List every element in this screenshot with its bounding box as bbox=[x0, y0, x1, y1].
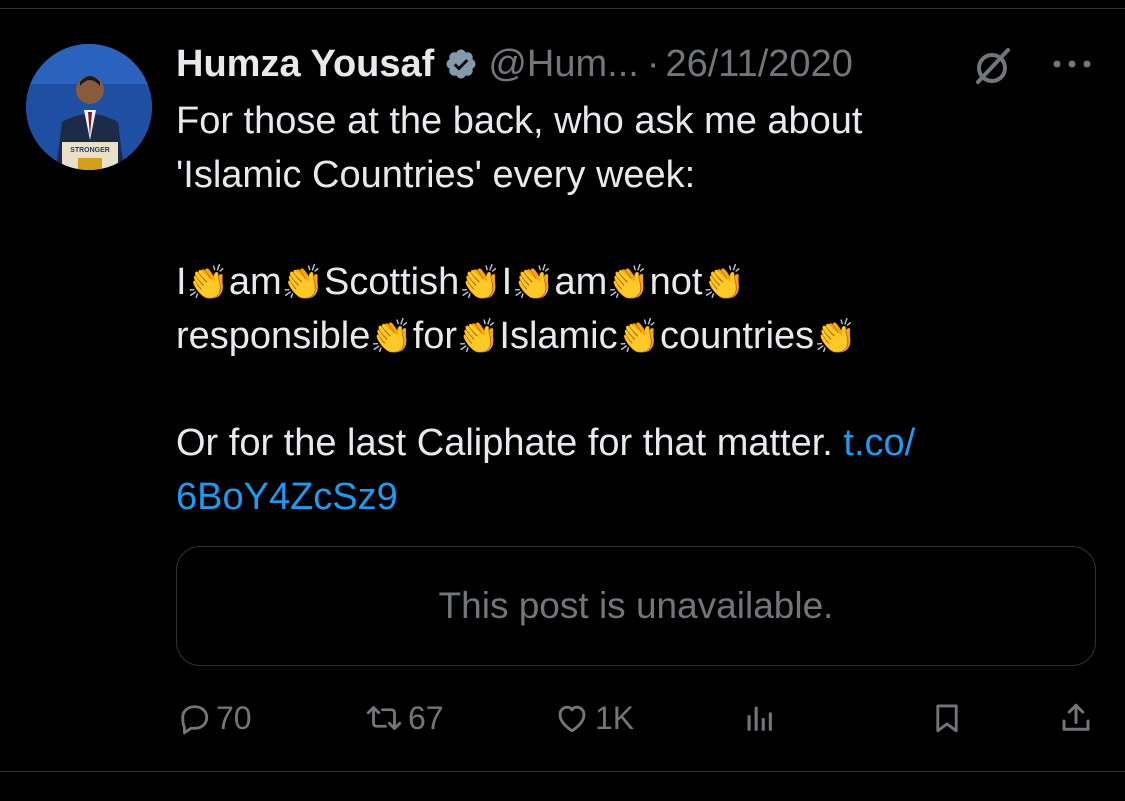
avatar[interactable]: STRONGER bbox=[26, 44, 152, 170]
grok-icon[interactable] bbox=[970, 44, 1014, 88]
tweet-text-line-2: 'Islamic Countries' every week: bbox=[176, 154, 696, 196]
unavailable-message: This post is unavailable. bbox=[438, 585, 834, 626]
clap-emoji: 👏 bbox=[457, 318, 500, 356]
top-divider bbox=[0, 8, 1125, 9]
clap-emoji: 👏 bbox=[512, 264, 555, 302]
tweet-text-line-1: For those at the back, who ask me about bbox=[176, 100, 863, 142]
clap-emoji: 👏 bbox=[459, 264, 502, 302]
views-button[interactable] bbox=[742, 696, 776, 740]
like-count: 1K bbox=[595, 699, 635, 736]
tweet-header: Humza Yousaf @Hum... · 26/11/2020 bbox=[176, 40, 853, 88]
clap-line-2: responsible👏for👏Islamic👏countries👏 bbox=[176, 309, 1076, 363]
bottom-divider bbox=[0, 771, 1125, 772]
clap-word: I bbox=[176, 261, 187, 303]
analytics-icon bbox=[747, 706, 772, 731]
clap-word: countries bbox=[659, 315, 815, 357]
author-handle[interactable]: @Hum... bbox=[488, 43, 638, 86]
clap-emoji: 👏 bbox=[814, 318, 857, 356]
clap-word: I bbox=[501, 261, 513, 303]
tweet-link[interactable]: t.co/ bbox=[843, 422, 915, 464]
heart-icon bbox=[558, 705, 586, 733]
repost-icon bbox=[366, 706, 402, 730]
clap-emoji: 👏 bbox=[186, 264, 229, 302]
clap-word: for bbox=[412, 315, 458, 357]
header-separator: · bbox=[646, 42, 660, 85]
clap-word: am bbox=[228, 261, 282, 303]
verified-badge-icon[interactable] bbox=[444, 47, 478, 81]
clap-line-1: I👏am👏Scottish👏I👏am👏not👏 bbox=[176, 255, 1076, 309]
clap-word: not bbox=[649, 261, 703, 303]
tweet-text: For those at the back, who ask me about … bbox=[176, 94, 1076, 524]
quoted-post-unavailable[interactable]: This post is unavailable. bbox=[176, 546, 1096, 666]
post-date[interactable]: 26/11/2020 bbox=[665, 43, 852, 86]
clap-emoji: 👏 bbox=[617, 318, 660, 356]
more-options-icon[interactable] bbox=[1050, 56, 1094, 72]
repost-button[interactable]: 67 bbox=[364, 696, 444, 740]
clap-word: Islamic bbox=[499, 315, 618, 357]
like-button[interactable]: 1K bbox=[553, 696, 634, 740]
share-icon bbox=[1062, 703, 1090, 731]
caliphate-text: Or for the last Caliphate for that matte… bbox=[176, 422, 844, 464]
clap-emoji: 👏 bbox=[607, 264, 650, 302]
bookmark-icon bbox=[936, 704, 958, 733]
share-button[interactable] bbox=[1058, 696, 1094, 740]
clap-emoji: 👏 bbox=[702, 264, 745, 302]
clap-word: Scottish bbox=[324, 261, 460, 303]
reply-count: 70 bbox=[216, 699, 252, 736]
action-bar: 70 67 1K bbox=[0, 696, 1125, 740]
clap-emoji: 👏 bbox=[281, 264, 325, 302]
tweet-text-line-3: Or for the last Caliphate for that matte… bbox=[176, 416, 1076, 470]
avatar-sign-text: STRONGER bbox=[70, 147, 110, 154]
tweet-text-line-4: 6BoY4ZcSz9 bbox=[176, 470, 1076, 524]
tweet-link-continued[interactable]: 6BoY4ZcSz9 bbox=[176, 476, 398, 518]
author-name[interactable]: Humza Yousaf bbox=[176, 43, 434, 86]
clap-emoji: 👏 bbox=[370, 318, 413, 356]
bookmark-button[interactable] bbox=[930, 696, 964, 740]
reply-button[interactable]: 70 bbox=[176, 696, 252, 740]
clap-word: am bbox=[554, 261, 608, 303]
reply-icon bbox=[181, 705, 209, 735]
clap-word: responsible bbox=[176, 315, 371, 357]
avatar-image: STRONGER bbox=[26, 44, 152, 170]
repost-count: 67 bbox=[408, 699, 444, 736]
